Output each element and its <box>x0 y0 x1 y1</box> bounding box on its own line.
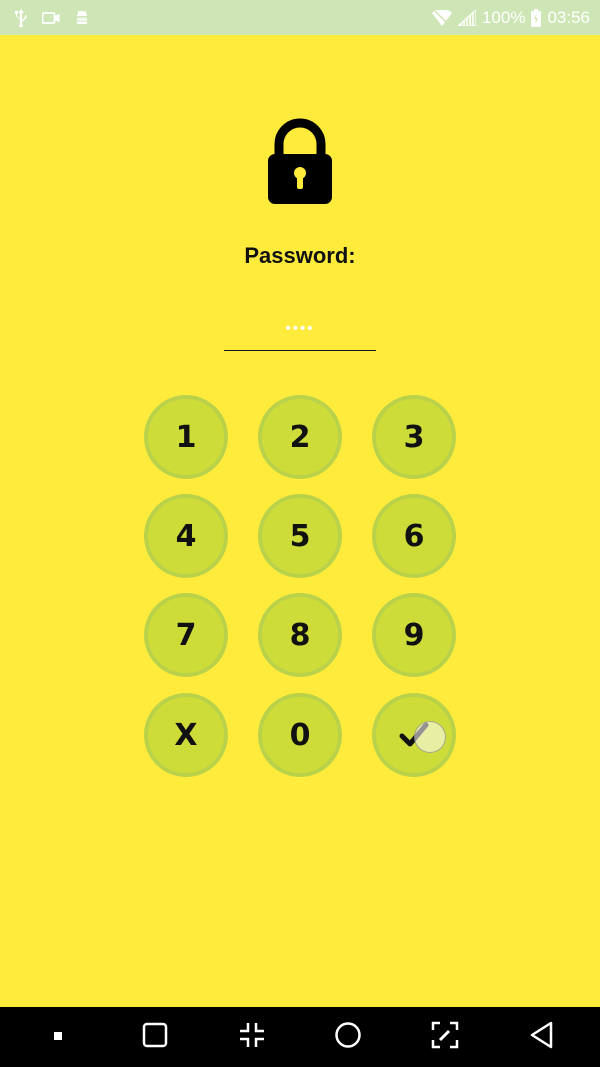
password-label: Password: <box>244 243 356 268</box>
key-1[interactable]: 1 <box>144 395 228 479</box>
app-screen: Password: •••• 1 2 3 4 5 6 7 8 9 X 0 <box>0 35 600 1007</box>
key-6[interactable]: 6 <box>372 494 456 578</box>
status-time: 03:56 <box>547 7 590 27</box>
back-button[interactable] <box>518 1013 566 1061</box>
status-right-icons: 100% 03:56 <box>431 7 590 28</box>
collapse-button[interactable] <box>228 1013 276 1061</box>
android-debug-icon <box>74 10 90 26</box>
status-bar: 100% 03:56 <box>0 0 600 35</box>
key-0[interactable]: 0 <box>258 693 342 777</box>
key-9[interactable]: 9 <box>372 593 456 677</box>
collapse-icon <box>239 1022 265 1053</box>
square-icon <box>142 1022 168 1053</box>
password-field[interactable]: •••• <box>224 303 376 351</box>
key-3[interactable]: 3 <box>372 395 456 479</box>
battery-icon <box>531 8 542 27</box>
back-triangle-icon <box>529 1021 555 1054</box>
stop-button[interactable] <box>34 1013 82 1061</box>
home-circle-icon <box>334 1021 362 1054</box>
status-left-icons <box>14 8 90 27</box>
touch-indicator <box>414 721 446 753</box>
navigation-bar <box>0 1007 600 1067</box>
key-7[interactable]: 7 <box>144 593 228 677</box>
stop-icon <box>53 1028 63 1046</box>
key-5[interactable]: 5 <box>258 494 342 578</box>
video-camera-icon <box>42 11 60 24</box>
key-4[interactable]: 4 <box>144 494 228 578</box>
clear-key[interactable]: X <box>144 693 228 777</box>
confirm-key[interactable] <box>372 693 456 777</box>
key-8[interactable]: 8 <box>258 593 342 677</box>
lock-icon <box>266 118 334 206</box>
battery-percent: 100% <box>481 7 526 27</box>
usb-icon <box>14 8 28 27</box>
key-2[interactable]: 2 <box>258 395 342 479</box>
edit-screen-icon <box>431 1021 459 1054</box>
keypad: 1 2 3 4 5 6 7 8 9 X 0 <box>144 395 456 777</box>
recents-button[interactable] <box>131 1013 179 1061</box>
password-value: •••• <box>285 320 315 337</box>
home-button[interactable] <box>324 1013 372 1061</box>
edit-screen-button[interactable] <box>421 1013 469 1061</box>
signal-icon <box>457 9 476 26</box>
wifi-icon <box>431 9 452 26</box>
